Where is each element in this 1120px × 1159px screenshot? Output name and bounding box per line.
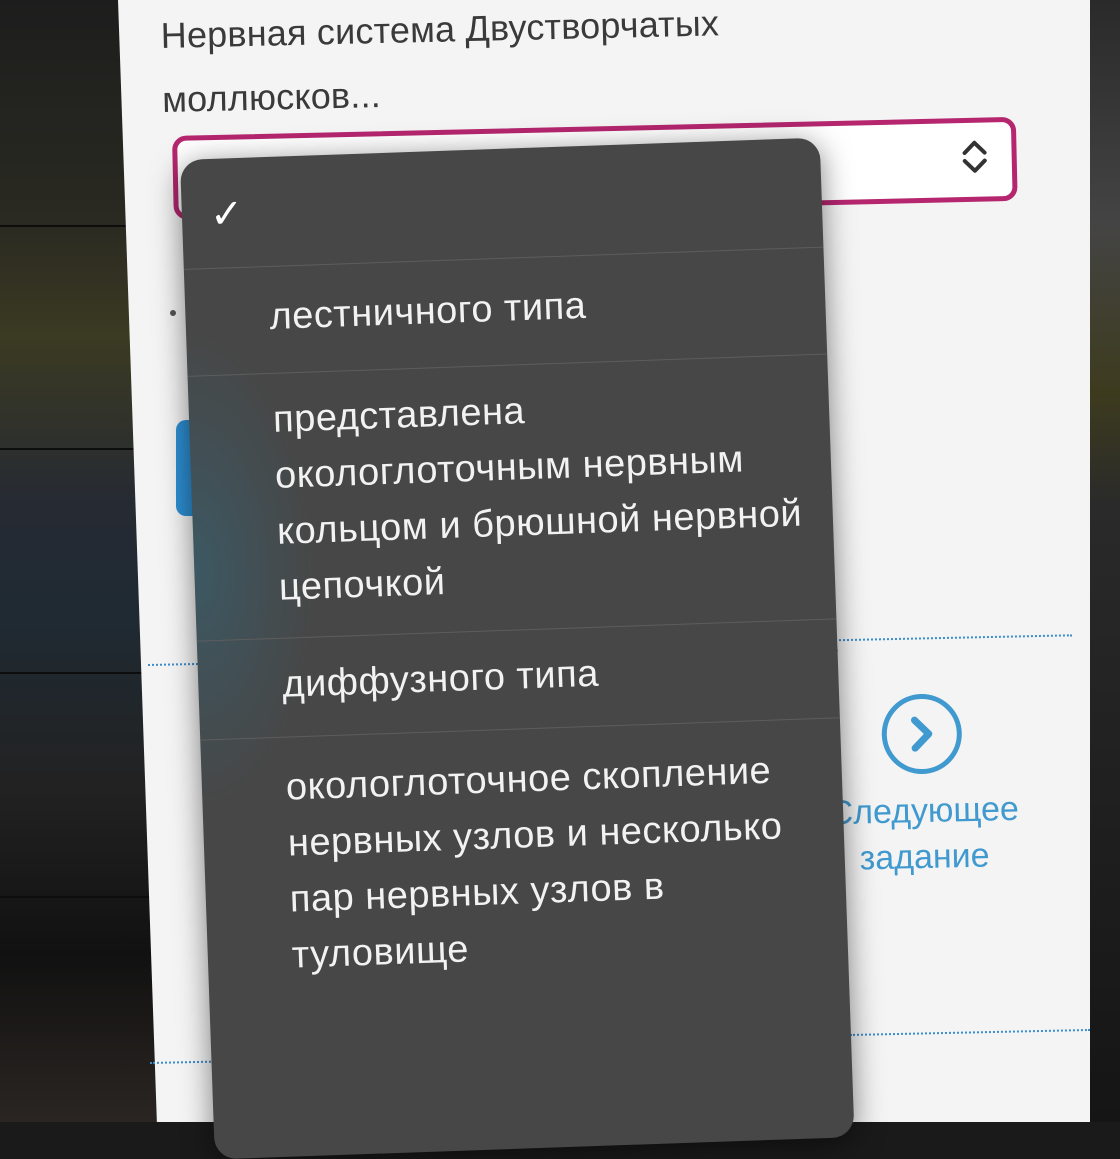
chevron-up-down-icon	[959, 136, 990, 181]
checkmark-icon: ✓	[209, 191, 245, 237]
chevron-right-circle-icon	[880, 693, 963, 775]
select-dropdown-menu[interactable]: ✓ лестничного типа представлена окологло…	[180, 137, 855, 1159]
background-divider	[0, 896, 170, 898]
option-label: представлена окологлоточным нервным коль…	[272, 390, 803, 609]
option-label: диффузного типа	[281, 652, 600, 706]
dropdown-option[interactable]: окологлоточное скопление нервных узлов и…	[200, 718, 848, 986]
bullet-dot	[170, 310, 176, 316]
question-text: Нервная система Двустворчатых моллюсков.…	[160, 2, 720, 120]
option-label: лестничного типа	[268, 284, 587, 338]
option-label: окологлоточное скопление нервных узлов и…	[285, 749, 784, 977]
dropdown-option[interactable]: представлена окологлоточным нервным коль…	[187, 354, 837, 642]
next-task-label: Следующее задание	[828, 789, 1020, 878]
next-task-button[interactable]: Следующее задание	[826, 692, 1020, 882]
